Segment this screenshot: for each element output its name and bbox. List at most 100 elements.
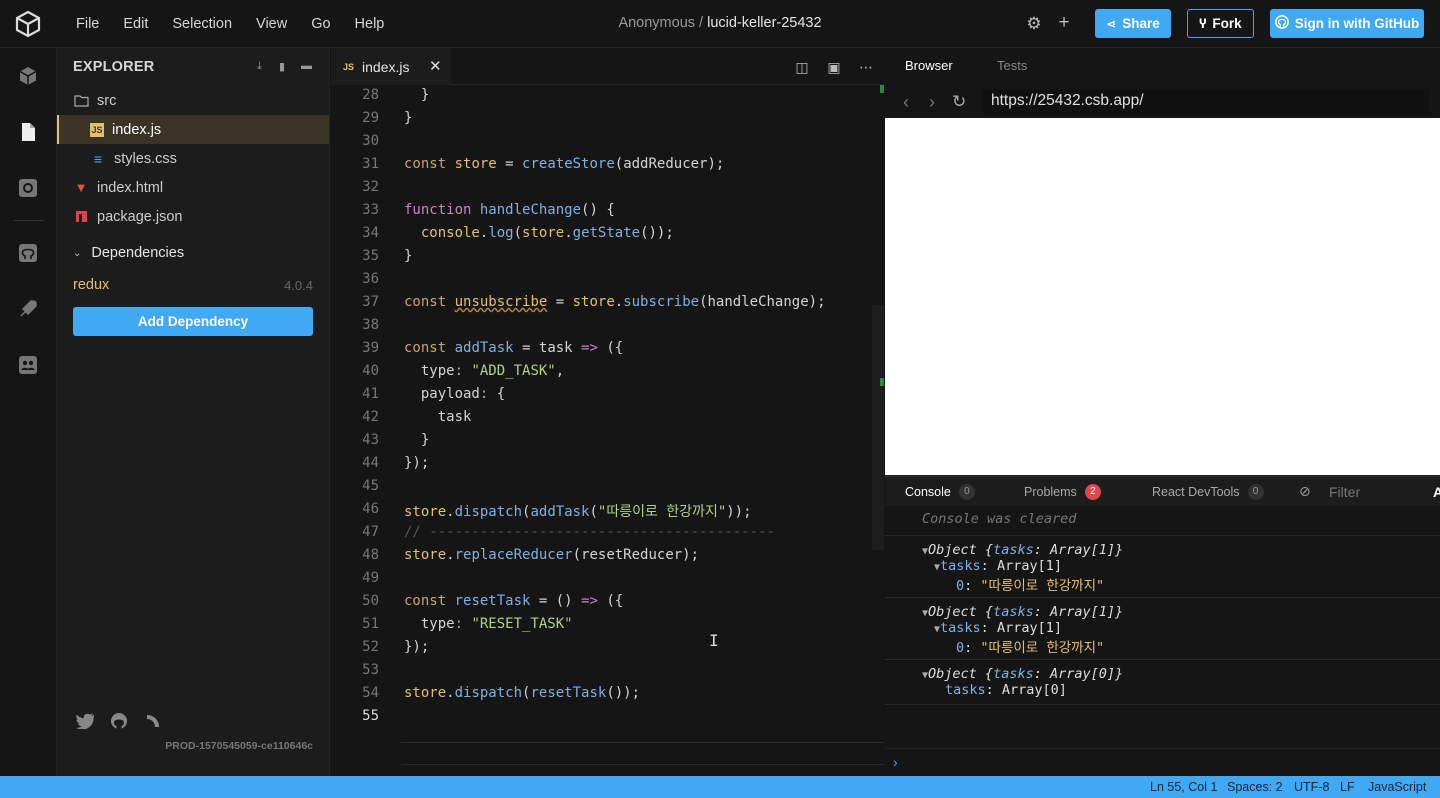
- code-line[interactable]: type: "ADD_TASK",: [404, 363, 564, 379]
- tab-devtools-label: React DevTools: [1152, 485, 1240, 499]
- language-mode[interactable]: JavaScript: [1368, 780, 1426, 794]
- dependencies-title: Dependencies: [91, 245, 185, 261]
- project-info-icon[interactable]: [16, 64, 40, 88]
- line-number: 53: [362, 662, 379, 678]
- console-input[interactable]: ›: [885, 748, 1440, 776]
- explorer-file-icon[interactable]: [16, 120, 40, 144]
- fork-button[interactable]: Ⴤ Fork: [1187, 9, 1254, 38]
- code-line[interactable]: }: [404, 432, 429, 448]
- tab-problems[interactable]: Problems 2: [1024, 484, 1101, 500]
- refresh-icon[interactable]: ↻: [952, 92, 966, 112]
- open-preview-icon[interactable]: ▣: [825, 58, 843, 76]
- code-line[interactable]: });: [404, 455, 429, 471]
- file-index-html[interactable]: ▼ index.html: [57, 173, 329, 202]
- code-line[interactable]: }: [404, 110, 412, 126]
- file-index-js[interactable]: JS index.js: [57, 115, 329, 144]
- new-file-icon[interactable]: ▮: [279, 60, 293, 74]
- code-line[interactable]: }: [404, 248, 412, 264]
- encoding[interactable]: UTF-8: [1294, 780, 1329, 794]
- code-line[interactable]: store.dispatch(addTask("따릉이로 한강까지"));: [404, 501, 752, 521]
- gear-icon[interactable]: ⚙: [1024, 14, 1044, 34]
- menu-go[interactable]: Go: [299, 16, 342, 32]
- vertical-scrollbar[interactable]: [872, 305, 884, 550]
- indentation[interactable]: Spaces: 2: [1227, 780, 1283, 794]
- console-log-entry[interactable]: ▼Object {tasks: Array[1]} ▼tasks: Array[…: [885, 597, 1440, 659]
- console-log-entry[interactable]: ▼Object {tasks: Array[1]} ▼tasks: Array[…: [885, 535, 1440, 597]
- menu-file[interactable]: File: [64, 16, 111, 32]
- filter-input[interactable]: Filter: [1329, 484, 1360, 500]
- code-line[interactable]: type: "RESET_TASK": [404, 616, 573, 632]
- code-line[interactable]: const unsubscribe = store.subscribe(hand…: [404, 294, 826, 310]
- back-icon[interactable]: ‹: [903, 92, 909, 113]
- line-number: 39: [362, 340, 379, 356]
- file-package-json[interactable]: package.json: [57, 202, 329, 231]
- line-number: 37: [362, 294, 379, 310]
- code-line[interactable]: const store = createStore(addReducer);: [404, 156, 724, 172]
- code-line[interactable]: payload: {: [404, 386, 505, 402]
- code-line[interactable]: store.dispatch(resetTask());: [404, 685, 640, 701]
- sandbox-name[interactable]: lucid-keller-25432: [707, 15, 821, 31]
- code-line[interactable]: console.log(store.getState());: [404, 225, 674, 241]
- code-line[interactable]: const addTask = task => ({: [404, 340, 623, 356]
- dependency-name[interactable]: redux: [73, 277, 109, 293]
- more-options-icon[interactable]: ⋯: [857, 58, 875, 76]
- code-line[interactable]: store.replaceReducer(resetReducer);: [404, 547, 699, 563]
- code-line[interactable]: const resetTask = () => ({: [404, 593, 623, 609]
- codesandbox-logo-icon[interactable]: [14, 10, 42, 38]
- file-label: package.json: [97, 208, 183, 225]
- plus-icon[interactable]: +: [1054, 13, 1074, 33]
- menu-help[interactable]: Help: [343, 16, 397, 32]
- line-number: 38: [362, 317, 379, 333]
- menu-selection[interactable]: Selection: [160, 16, 244, 32]
- new-folder-icon[interactable]: ▬: [301, 60, 315, 74]
- url-input[interactable]: https://25432.csb.app/: [983, 89, 1429, 114]
- tab-react-devtools[interactable]: React DevTools 0: [1152, 484, 1264, 500]
- close-icon[interactable]: ✕: [429, 57, 442, 75]
- console-log-entry[interactable]: ▼Object {tasks: Array[0]} tasks: Array[0…: [885, 659, 1440, 705]
- twitter-icon[interactable]: [75, 711, 95, 731]
- file-styles-css[interactable]: ≡ styles.css: [57, 144, 329, 173]
- folder-icon: [73, 93, 89, 109]
- code-line[interactable]: // -------------------------------------…: [404, 524, 775, 540]
- add-dependency-button[interactable]: Add Dependency: [73, 307, 313, 336]
- code-area[interactable]: 28 } 29} 30 31 const store = createStore(add…: [331, 85, 884, 776]
- spectrum-icon[interactable]: [143, 711, 163, 731]
- line-number: 28: [362, 87, 379, 103]
- tab-console[interactable]: Console 0: [905, 484, 975, 500]
- menu-bar: File Edit Selection View Go Help: [64, 0, 396, 48]
- github-icon[interactable]: [109, 711, 129, 731]
- cursor-position[interactable]: Ln 55, Col 1: [1150, 780, 1217, 794]
- file-src-folder[interactable]: src: [57, 86, 329, 115]
- preview-frame[interactable]: [885, 118, 1440, 475]
- menu-edit[interactable]: Edit: [111, 16, 160, 32]
- code-line[interactable]: });: [404, 639, 429, 655]
- fork-label: Fork: [1212, 16, 1242, 31]
- preview-tabs: Browser Tests: [885, 48, 1440, 85]
- expand-triangle-icon[interactable]: ▼: [922, 546, 928, 557]
- signin-github-button[interactable]: Sign in with GitHub: [1270, 9, 1424, 38]
- code-line[interactable]: task: [404, 409, 472, 425]
- github-icon[interactable]: [16, 241, 40, 265]
- deploy-rocket-icon[interactable]: [16, 297, 40, 321]
- download-icon[interactable]: ⤓: [257, 60, 271, 74]
- code-line[interactable]: function handleChange() {: [404, 202, 615, 218]
- filter-level-label[interactable]: A: [1433, 484, 1440, 500]
- line-number: 30: [362, 133, 379, 149]
- log-array: Array[0]: [1001, 682, 1067, 698]
- tab-tests[interactable]: Tests: [997, 58, 1027, 73]
- dependencies-header[interactable]: ⌄ Dependencies: [73, 245, 184, 261]
- expand-triangle-icon[interactable]: ▼: [922, 608, 928, 619]
- config-gear-icon[interactable]: [16, 176, 40, 200]
- line-ending[interactable]: LF: [1340, 780, 1355, 794]
- clear-console-icon[interactable]: ⊘: [1299, 483, 1311, 500]
- tab-browser[interactable]: Browser: [905, 58, 953, 73]
- split-view-icon[interactable]: ◫: [793, 58, 811, 76]
- forward-icon[interactable]: ›: [929, 92, 935, 113]
- code-line[interactable]: }: [404, 87, 429, 103]
- line-number: 55: [362, 708, 379, 724]
- gutter-change-marker: [880, 85, 884, 93]
- expand-triangle-icon[interactable]: ▼: [922, 670, 928, 681]
- menu-view[interactable]: View: [244, 16, 299, 32]
- share-button[interactable]: ⋖ Share: [1095, 9, 1171, 38]
- live-users-icon[interactable]: [16, 353, 40, 377]
